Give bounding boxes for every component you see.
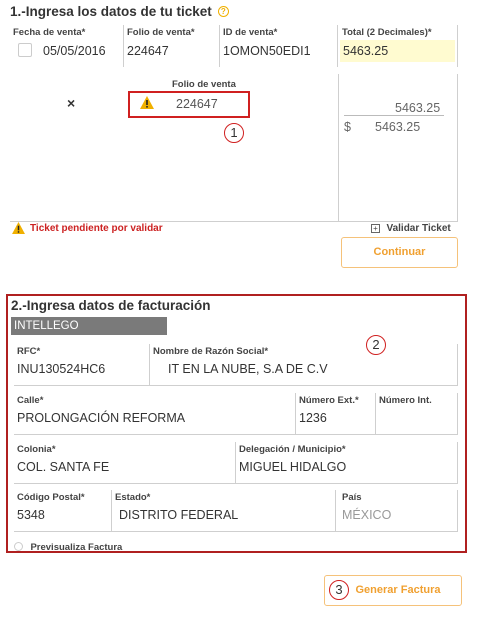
estado-field[interactable]: Estado* DISTRITO FEDERAL	[112, 490, 336, 532]
fecha-field[interactable]: Fecha de venta* 05/05/2016	[10, 25, 124, 67]
warning-icon	[140, 96, 154, 114]
colonia-field[interactable]: Colonia* COL. SANTA FE	[14, 442, 236, 484]
preview-invoice-option[interactable]: Previsualiza Factura	[14, 537, 122, 555]
section2-title: 2.-Ingresa datos de facturación	[11, 298, 211, 313]
id-venta-field[interactable]: ID de venta* 1OMON50EDI1	[220, 25, 338, 67]
numero-ext-value: 1236	[299, 411, 327, 425]
section1-title: 1.-Ingresa los datos de tu ticket?	[10, 4, 229, 19]
total-value: 5463.25	[343, 44, 389, 58]
folio-field[interactable]: Folio de venta* 224647	[124, 25, 220, 67]
ticket-row-amount: 5463.25	[395, 101, 441, 115]
id-venta-value: 1OMON50EDI1	[223, 44, 311, 58]
colonia-value: COL. SANTA FE	[17, 460, 110, 474]
callout-3: 3	[329, 580, 349, 600]
column-divider	[338, 74, 339, 222]
calle-value: PROLONGACIÓN REFORMA	[17, 411, 186, 425]
delegacion-field[interactable]: Delegación / Municipio* MIGUEL HIDALGO	[236, 442, 458, 484]
ticket-list: Folio de venta × 224647 5463.25 $ 5463.2…	[10, 74, 458, 222]
rfc-value: INU130524HC6	[17, 362, 106, 376]
estado-value: DISTRITO FEDERAL	[119, 508, 239, 522]
rfc-field[interactable]: RFC* INU130524HC6	[14, 344, 150, 386]
question-circle-icon[interactable]: ?	[217, 6, 229, 17]
codigo-postal-field[interactable]: Código Postal* 5348	[14, 490, 112, 532]
company-tag[interactable]: INTELLEGO	[11, 317, 167, 335]
fecha-value: 05/05/2016	[43, 44, 106, 58]
total-field[interactable]: Total (2 Decimales)* 5463.25	[338, 25, 458, 67]
razon-social-field[interactable]: Nombre de Razón Social* IT EN LA NUBE, S…	[150, 344, 458, 386]
amount-underline	[344, 115, 444, 116]
validate-ticket-link[interactable]: + Validar Ticket	[371, 218, 451, 236]
ticket-row-folio: 224647	[176, 97, 218, 111]
numero-int-field[interactable]: Número Int.	[376, 393, 458, 435]
currency-symbol: $	[344, 120, 351, 134]
pais-field[interactable]: País MÉXICO	[336, 490, 458, 532]
pais-value: MÉXICO	[342, 508, 392, 522]
razon-social-value: IT EN LA NUBE, S.A DE C.V	[168, 362, 328, 376]
list-header-folio: Folio de venta	[172, 79, 236, 90]
codigo-postal-value: 5348	[17, 508, 45, 522]
remove-ticket-icon[interactable]: ×	[67, 95, 75, 111]
plus-box-icon: +	[371, 224, 380, 233]
folio-value: 224647	[127, 44, 169, 58]
calendar-icon[interactable]	[18, 43, 32, 57]
delegacion-value: MIGUEL HIDALGO	[239, 460, 347, 474]
callout-1: 1	[224, 123, 244, 143]
continue-button[interactable]: Continuar	[341, 237, 458, 268]
warning-icon	[12, 221, 25, 239]
calle-field[interactable]: Calle* PROLONGACIÓN REFORMA	[14, 393, 296, 435]
ticket-input-row: Fecha de venta* 05/05/2016 Folio de vent…	[10, 25, 458, 67]
pending-validation-text: Ticket pendiente por validar	[30, 223, 163, 234]
preview-radio[interactable]	[14, 542, 23, 551]
numero-ext-field[interactable]: Número Ext.* 1236	[296, 393, 376, 435]
ticket-row-total: 5463.25	[375, 120, 421, 134]
